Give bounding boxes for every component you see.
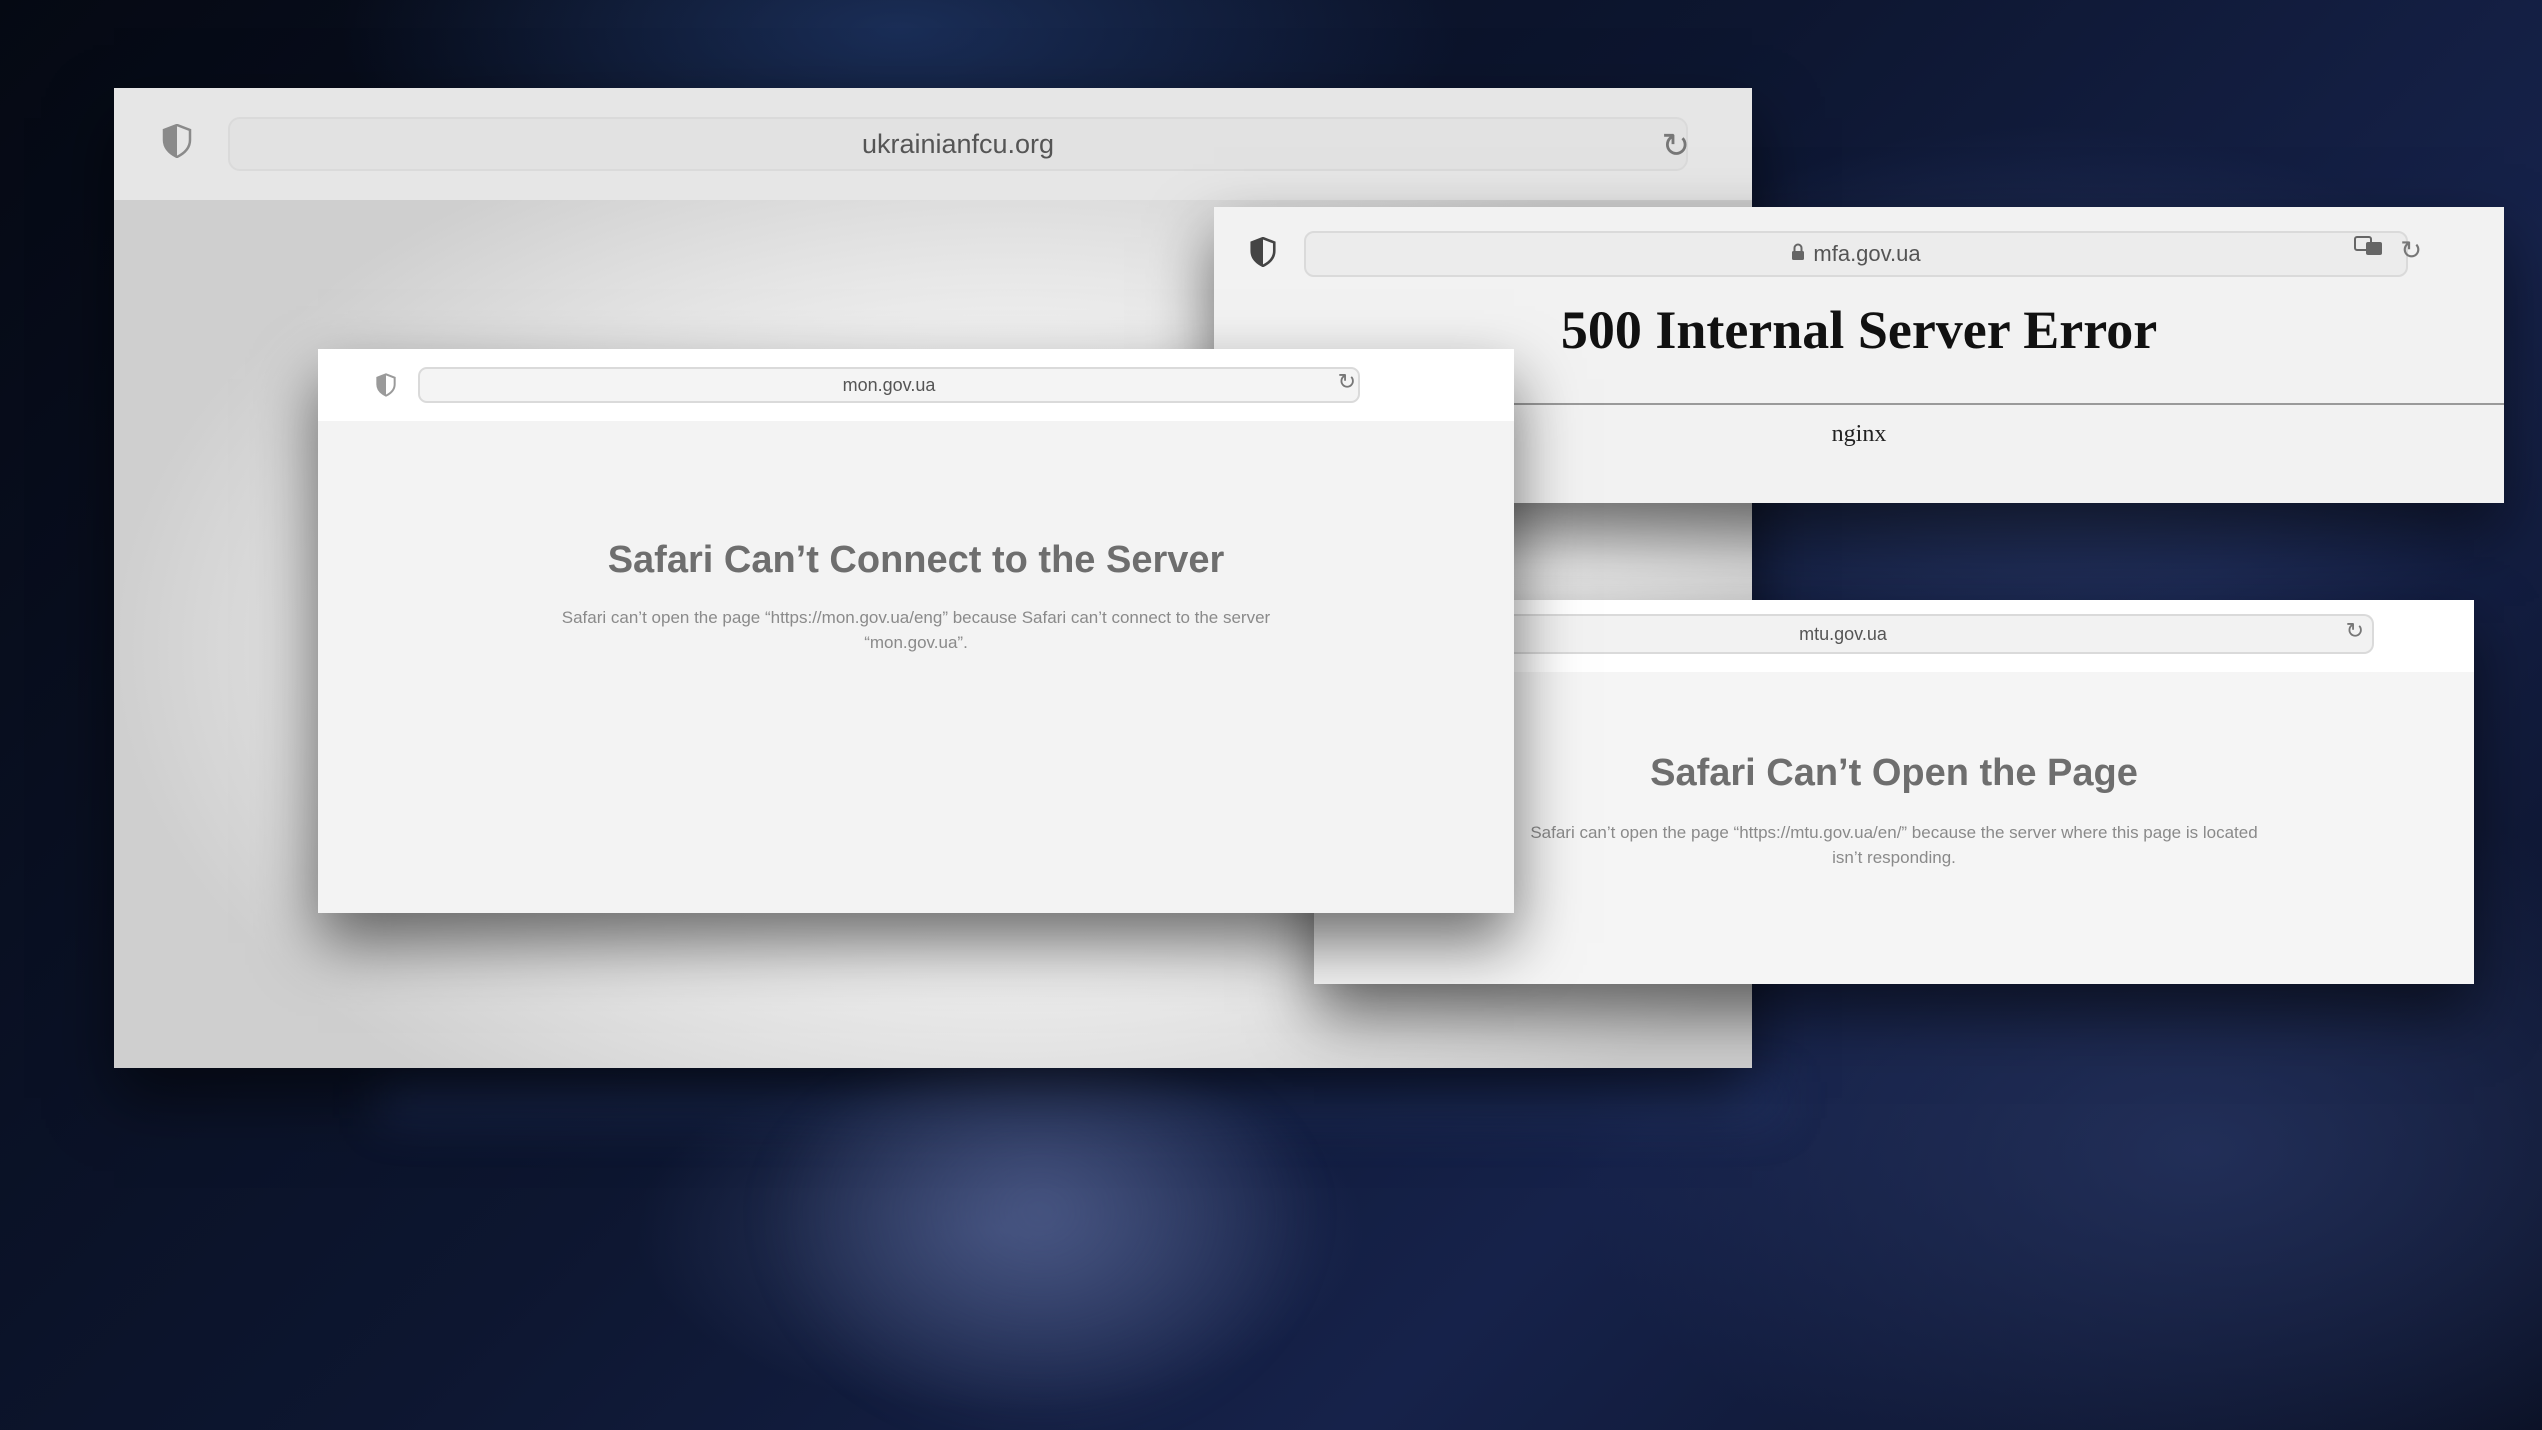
lock-icon — [1791, 243, 1805, 266]
shield-icon[interactable] — [162, 123, 192, 163]
error-page-message: Safari can’t open the page “https://mon.… — [561, 608, 1271, 652]
error-page-title: Safari Can’t Connect to the Server — [607, 539, 1225, 581]
address-bar-url: mtu.gov.ua — [1799, 623, 1887, 644]
browser-toolbar: mfa.gov.ua ↻ — [1214, 207, 2504, 307]
address-bar[interactable]: mon.gov.ua — [418, 367, 1360, 403]
address-bar-url: mon.gov.ua — [842, 374, 936, 395]
background-hand-blur — [760, 1060, 1320, 1430]
browser-toolbar: mon.gov.ua ↻ — [318, 349, 1514, 421]
error-page-message: Safari can’t open the page “https://mtu.… — [1530, 823, 2258, 867]
browser-toolbar: ukrainianfcu.org ↻ — [114, 88, 1752, 200]
shield-icon[interactable] — [1250, 236, 1276, 272]
translate-icon[interactable] — [2354, 236, 2384, 262]
scene-background: ukrainianfcu.org ↻ mfa.gov.ua ↻ 500 Inte… — [0, 0, 2542, 1430]
reload-icon[interactable]: ↻ — [2346, 618, 2364, 644]
address-bar-url: ukrainianfcu.org — [861, 128, 1055, 159]
address-bar-url: mfa.gov.ua — [1813, 241, 1921, 266]
reload-icon[interactable]: ↻ — [2400, 235, 2422, 266]
shield-icon[interactable] — [376, 373, 396, 402]
reload-icon[interactable]: ↻ — [1338, 369, 1356, 395]
browser-window-mon: mon.gov.ua ↻ Safari Can’t Connect to the… — [318, 349, 1514, 913]
address-bar[interactable]: mfa.gov.ua — [1304, 231, 2408, 277]
reload-icon[interactable]: ↻ — [1662, 126, 1691, 166]
address-bar[interactable]: ukrainianfcu.org — [228, 117, 1688, 171]
